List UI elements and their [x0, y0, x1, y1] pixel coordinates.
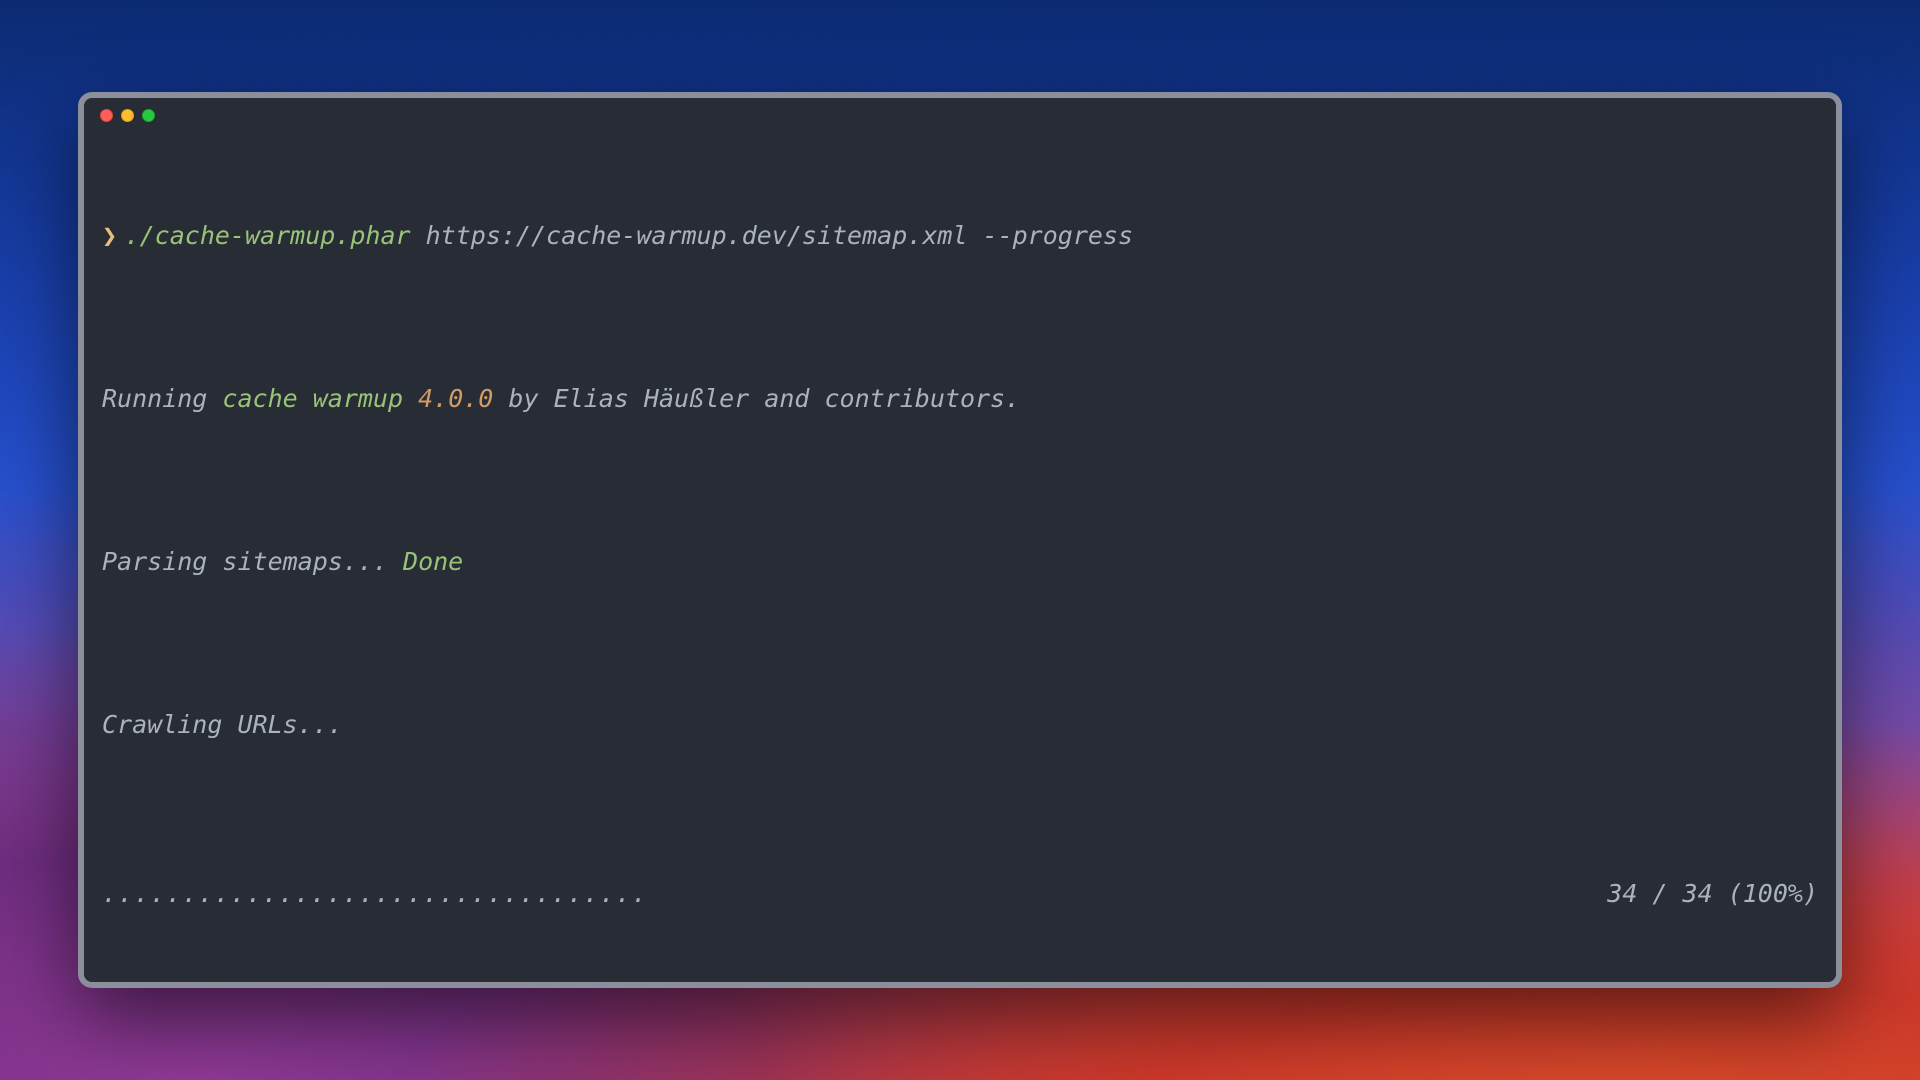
- running-header: Running cache warmup 4.0.0 by Elias Häuß…: [102, 380, 1818, 418]
- terminal-body[interactable]: ❯ ./cache-warmup.phar https://cache-warmu…: [84, 132, 1836, 982]
- crawling-label: Crawling URLs...: [102, 706, 1818, 744]
- prompt-line: ❯ ./cache-warmup.phar https://cache-warmu…: [102, 217, 1818, 255]
- progress-row: .................................. 34 / 3…: [102, 875, 1818, 913]
- terminal-window: ❯ ./cache-warmup.phar https://cache-warmu…: [78, 92, 1842, 988]
- progress-dots: ..................................: [102, 875, 648, 913]
- prompt-caret: ❯: [102, 221, 117, 250]
- parsing-line: Parsing sitemaps... Done: [102, 543, 1818, 581]
- parsing-status: Done: [403, 547, 463, 576]
- minimize-icon[interactable]: [121, 109, 134, 122]
- zoom-icon[interactable]: [142, 109, 155, 122]
- progress-counter: 34 / 34 (100%): [1607, 875, 1818, 913]
- command-args: https://cache-warmup.dev/sitemap.xml --p…: [426, 221, 1133, 250]
- app-version: 4.0.0: [418, 384, 493, 413]
- parsing-label: Parsing sitemaps...: [102, 547, 403, 576]
- window-titlebar: [84, 98, 1836, 132]
- running-prefix: Running: [102, 384, 222, 413]
- command-binary: ./cache-warmup.phar: [125, 221, 411, 250]
- close-icon[interactable]: [100, 109, 113, 122]
- running-suffix: by Elias Häußler and contributors.: [493, 384, 1020, 413]
- app-name: cache warmup: [222, 384, 418, 413]
